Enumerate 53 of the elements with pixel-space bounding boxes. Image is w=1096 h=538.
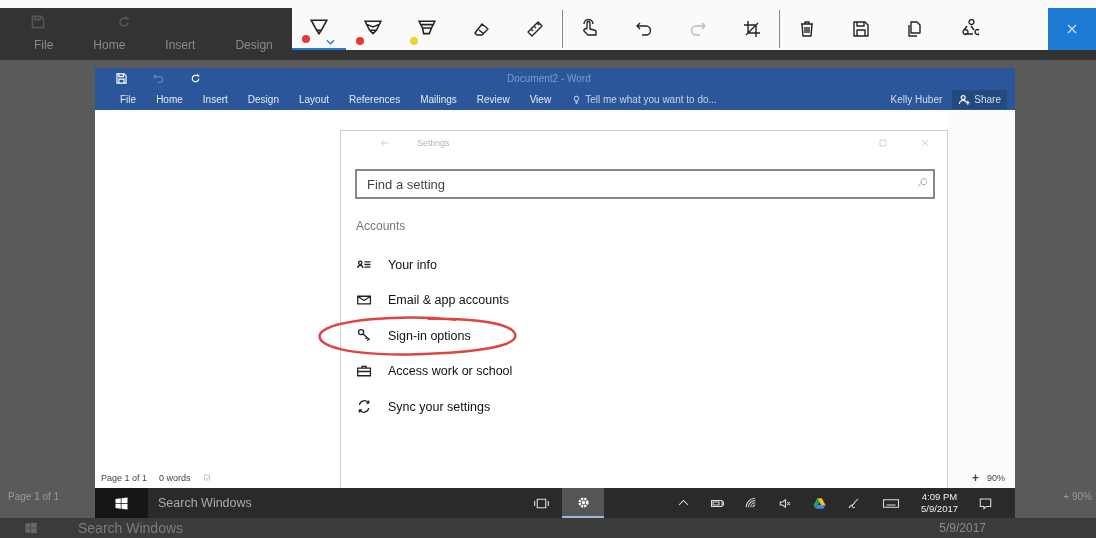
tab-label: File [34, 38, 54, 52]
status-text: Page 1 of 1 [8, 491, 60, 502]
zoom-level: + 90% [1063, 491, 1092, 502]
window-title: Document2 - Word [507, 72, 591, 84]
tab-label: Design [235, 38, 273, 52]
user-name[interactable]: Kelly Huber [890, 93, 943, 105]
clock-date: 5/9/2017 [939, 521, 986, 535]
settings-button[interactable] [562, 488, 604, 518]
ribbon-tab-label[interactable]: Home [156, 93, 183, 105]
clock-date: 5/9/2017 [921, 503, 958, 515]
chevron-icon [326, 39, 335, 45]
proofing-icon [202, 473, 213, 483]
ribbon-tab-label[interactable]: Review [476, 93, 510, 105]
search-text: Search Windows [78, 520, 184, 536]
settings-item[interactable]: Sign-in options [341, 318, 947, 354]
notification-icon[interactable] [978, 495, 993, 511]
person-add-icon [958, 92, 972, 106]
zoom-level[interactable]: 90% [987, 473, 1005, 483]
share-button[interactable]: Share [952, 89, 1007, 109]
section-heading: Accounts [356, 219, 407, 233]
drive-icon[interactable] [812, 495, 827, 511]
word-count: 0 words [159, 473, 191, 483]
window-title: Settings [417, 138, 450, 148]
settings-item[interactable]: Access work or school [341, 353, 947, 389]
windows-icon [114, 495, 129, 511]
page-count: Page 1 of 1 [101, 473, 148, 483]
pen-icon [418, 20, 436, 36]
windows-icon [24, 521, 38, 535]
tab-label: Home [93, 38, 126, 52]
pen-icon [364, 20, 382, 36]
save-icon[interactable] [115, 71, 128, 85]
pen-icon [310, 19, 328, 35]
search-text[interactable]: Search Windows [158, 496, 252, 510]
ribbon-tab-label[interactable]: References [349, 93, 401, 105]
ribbon-tab-label[interactable]: Layout [298, 93, 329, 105]
redo-icon[interactable] [189, 71, 202, 85]
settings-item[interactable]: Sync your settings [341, 389, 947, 425]
ribbon-tab-label[interactable]: Mailings [420, 93, 457, 105]
ribbon-tab-label[interactable]: File [120, 93, 137, 105]
settings-item[interactable]: Your info [341, 247, 947, 283]
search-icon [915, 178, 927, 190]
zoom-in-button[interactable]: + [971, 471, 979, 485]
start-button[interactable] [95, 488, 148, 518]
settings-item[interactable]: Email & app accounts [341, 282, 947, 318]
tell-me-field[interactable]: Tell me what you want to do... [585, 93, 717, 105]
save-icon [30, 14, 46, 30]
clock-time: 4:09 PM [921, 491, 958, 503]
tab-label: Insert [165, 38, 196, 52]
ribbon-tab-label[interactable]: Insert [202, 93, 228, 105]
ribbon-tab-label[interactable]: View [529, 93, 552, 105]
ribbon-tab-label[interactable]: Design [247, 93, 279, 105]
redo-icon [116, 14, 132, 30]
search-field[interactable]: Find a setting [355, 169, 935, 199]
